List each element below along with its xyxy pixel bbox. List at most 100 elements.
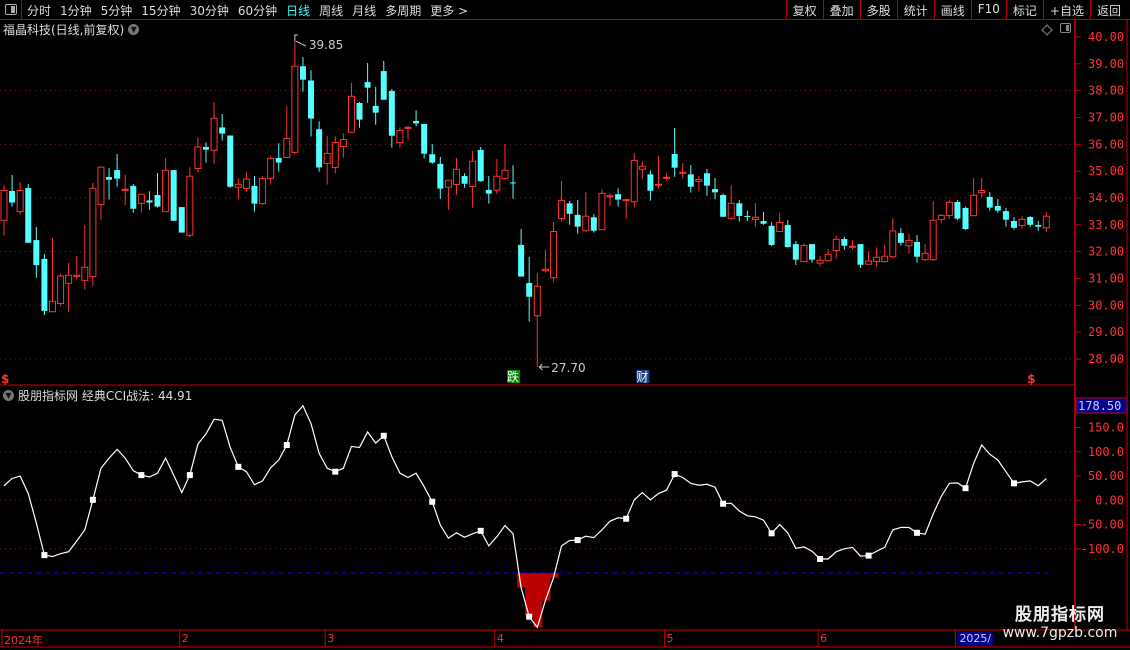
candle — [130, 184, 137, 213]
candle — [114, 153, 121, 187]
candle-body — [16, 189, 24, 213]
candle-body — [501, 169, 509, 180]
candle — [695, 175, 703, 192]
candle — [404, 126, 412, 140]
candle-body — [242, 178, 250, 189]
candle — [347, 82, 355, 133]
candle — [493, 159, 501, 194]
watermark-line1: 股朋指标网 — [1015, 605, 1105, 625]
candle — [897, 228, 904, 246]
price-tick-label: 30.00 — [1088, 298, 1124, 312]
candle-body — [695, 178, 703, 182]
candle — [461, 173, 468, 188]
candle — [1018, 216, 1026, 229]
candle-body — [1018, 218, 1026, 227]
candle-body — [275, 158, 282, 163]
candle — [106, 167, 113, 200]
candle — [654, 156, 662, 189]
candle-body — [41, 258, 48, 311]
candle — [590, 214, 597, 233]
candle-body — [945, 201, 953, 216]
cci-point-marker — [380, 432, 387, 439]
candle — [339, 133, 347, 158]
cci-point-marker — [623, 515, 630, 522]
candle-body — [356, 103, 363, 120]
candle-body — [404, 126, 412, 129]
cci-tick-label: 100.0 — [1088, 445, 1124, 459]
candle-body — [444, 179, 452, 188]
candle — [873, 247, 881, 267]
candle-body — [784, 225, 791, 248]
candle-body — [558, 199, 566, 220]
candle — [865, 251, 873, 265]
candle-body — [518, 244, 525, 277]
candle — [824, 248, 832, 262]
candle-body — [421, 123, 428, 154]
date-tick-label: 4 — [496, 632, 504, 645]
candle — [647, 170, 654, 201]
candle — [638, 161, 646, 179]
cci-point-marker — [429, 498, 436, 505]
candle — [809, 244, 815, 263]
candle-body — [889, 230, 897, 258]
candle — [751, 203, 759, 227]
stock-chart[interactable]: 40.0039.0038.0037.0036.0035.0034.0033.00… — [0, 0, 1130, 650]
candle-body — [647, 174, 654, 191]
candle-body — [114, 170, 121, 179]
candle — [1011, 217, 1017, 230]
candle — [598, 189, 606, 231]
candle-body — [162, 169, 170, 213]
candle-body — [582, 215, 590, 232]
candle — [137, 193, 145, 213]
cci-point-marker — [671, 471, 678, 478]
candle — [291, 41, 299, 155]
candle — [186, 167, 194, 238]
candle-body — [388, 90, 395, 136]
price-tick-label: 32.00 — [1088, 245, 1124, 259]
candle — [316, 121, 323, 172]
dollar-marker: $ — [1, 372, 9, 386]
candle — [663, 173, 671, 181]
candle-body — [73, 274, 81, 278]
candle-body — [437, 163, 444, 189]
candle-body — [937, 214, 945, 220]
candle-body — [251, 185, 258, 204]
candle — [33, 226, 40, 278]
candle — [518, 229, 525, 277]
candle-body — [25, 188, 32, 243]
cci-point-marker — [235, 463, 242, 470]
candle — [792, 240, 799, 266]
candle-body — [962, 207, 969, 230]
candle-body — [0, 189, 8, 221]
candle — [65, 262, 73, 312]
candle-body — [751, 216, 759, 220]
candle — [1042, 211, 1050, 232]
candle-body — [541, 268, 549, 272]
candle — [889, 218, 897, 259]
candle — [937, 214, 945, 223]
candle-body — [493, 175, 501, 191]
watermark: 股朋指标网 www.7gpzb.com — [990, 600, 1130, 641]
candle — [558, 181, 566, 222]
candle — [736, 200, 743, 222]
candle-body — [760, 221, 767, 224]
candle — [9, 174, 16, 207]
cci-point-marker — [186, 472, 193, 479]
price-tick-label: 35.00 — [1088, 164, 1124, 178]
date-tick-label: 2 — [181, 632, 189, 645]
candle-body — [9, 191, 16, 203]
candle-body — [364, 82, 371, 88]
candle-body — [452, 168, 460, 186]
candle-body — [663, 176, 671, 179]
cci-point-marker — [283, 442, 290, 449]
candle — [727, 185, 735, 220]
candle-body — [792, 244, 799, 260]
candle-body — [234, 183, 242, 188]
candle — [413, 110, 420, 127]
candle — [881, 244, 889, 263]
candle-body — [396, 129, 404, 143]
candle — [477, 147, 484, 182]
candle-body — [308, 80, 315, 119]
cci-point-marker — [768, 530, 775, 537]
candle-body — [703, 173, 710, 186]
